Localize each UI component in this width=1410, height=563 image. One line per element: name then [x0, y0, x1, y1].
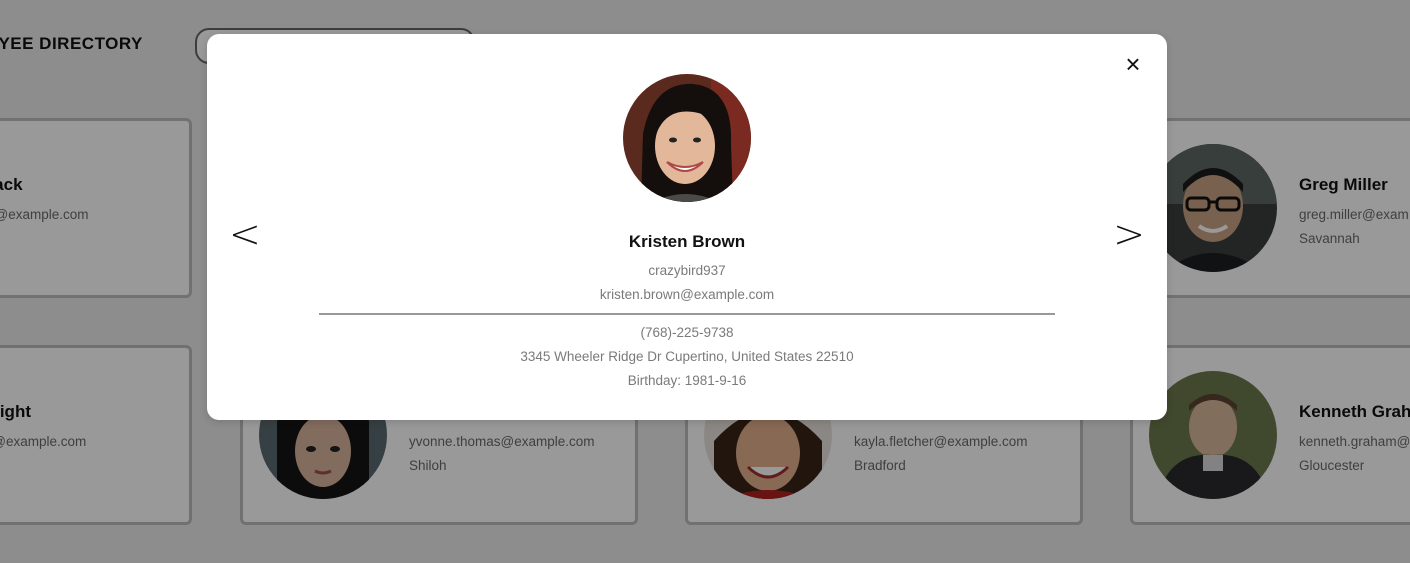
close-icon[interactable]: ×: [1119, 50, 1147, 78]
modal-username: crazybird937: [648, 263, 726, 278]
avatar: [623, 74, 751, 202]
modal-address: 3345 Wheeler Ridge Dr Cupertino, United …: [520, 349, 854, 364]
modal-name: Kristen Brown: [628, 232, 746, 251]
divider: [319, 313, 1055, 315]
employee-detail-modal: × < > Kristen Brown crazybird937 kristen…: [207, 34, 1167, 420]
modal-email: kristen.brown@example.com: [599, 287, 775, 302]
employee-directory-page: PLOYEE DIRECTORY e Black black@example.c…: [0, 0, 1410, 563]
modal-birthday: Birthday: 1981-9-16: [627, 373, 747, 388]
modal-phone: (768)-225-9738: [640, 325, 734, 340]
